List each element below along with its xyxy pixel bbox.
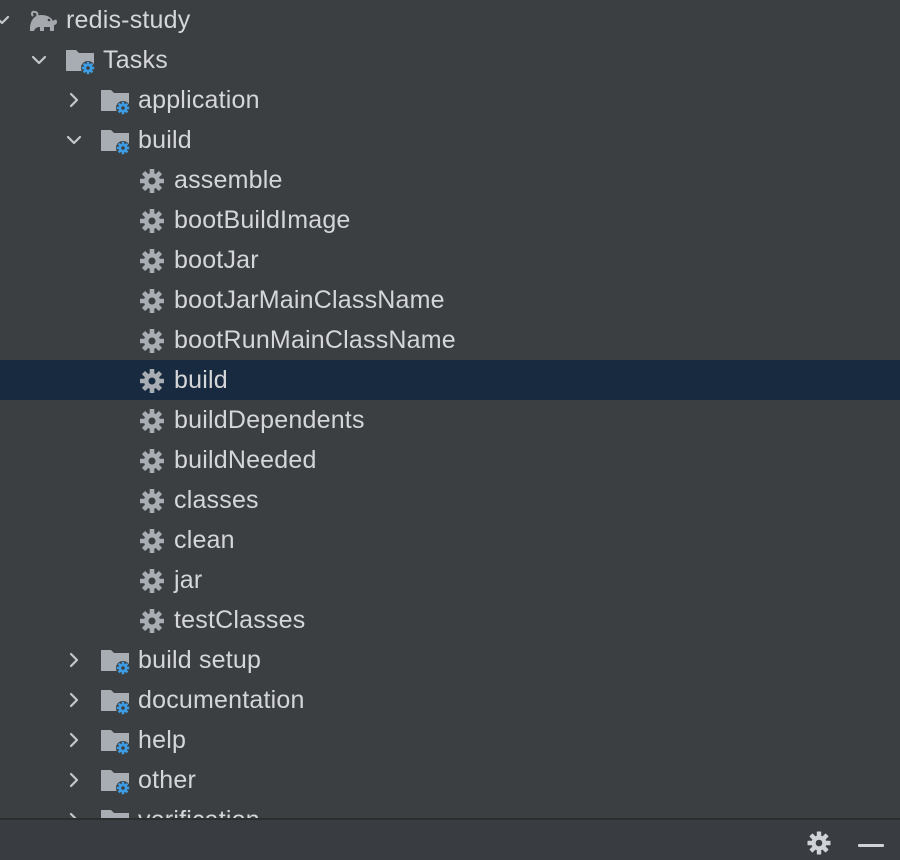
chevron-right-icon[interactable] (64, 770, 84, 790)
tree-task-label: bootRunMainClassName (174, 326, 456, 354)
task-folder-icon (100, 766, 130, 796)
tree-node-label: application (138, 86, 260, 114)
gear-icon (137, 246, 167, 276)
gear-icon (137, 166, 167, 196)
tree-node-build-group[interactable]: build (0, 120, 900, 160)
gear-icon (137, 446, 167, 476)
chevron-right-icon[interactable] (64, 730, 84, 750)
tree-task-label: testClasses (174, 606, 306, 634)
chevron-right-icon[interactable] (64, 810, 84, 818)
tree-task-bootBuildImage[interactable]: bootBuildImage (0, 200, 900, 240)
task-folder-icon (100, 686, 130, 716)
gradle-tool-window: redis-study Tasks application build asse… (0, 0, 900, 860)
gear-icon (137, 406, 167, 436)
gear-icon (137, 526, 167, 556)
tree-node-label: verification (138, 800, 260, 818)
tree-node-label: documentation (138, 686, 305, 714)
tree-node-verification[interactable]: verification (0, 800, 900, 818)
tree-task-label: classes (174, 486, 259, 514)
task-folder-icon (100, 86, 130, 116)
minimize-icon[interactable] (858, 844, 884, 847)
tree-node-tasks[interactable]: Tasks (0, 40, 900, 80)
gear-icon (137, 286, 167, 316)
tree-task-build-selected[interactable]: build (0, 360, 900, 400)
tree-task-label: buildNeeded (174, 446, 317, 474)
tree-node-label: redis-study (66, 6, 191, 34)
gradle-elephant-icon (27, 6, 57, 36)
task-folder-icon (100, 126, 130, 156)
chevron-down-icon[interactable] (0, 10, 12, 30)
tree-task-label: assemble (174, 166, 283, 194)
tree-node-label: build setup (138, 646, 262, 674)
gear-icon (137, 366, 167, 396)
tree-node-label: help (138, 726, 187, 754)
tree-task-classes[interactable]: classes (0, 480, 900, 520)
task-folder-icon (100, 726, 130, 756)
tree-task-bootJar[interactable]: bootJar (0, 240, 900, 280)
tree-task-testClasses[interactable]: testClasses (0, 600, 900, 640)
tree-node-build-setup[interactable]: build setup (0, 640, 900, 680)
gear-icon[interactable] (805, 829, 833, 857)
tree-task-label: build (174, 366, 228, 394)
tree-node-other[interactable]: other (0, 760, 900, 800)
tree-task-buildDependents[interactable]: buildDependents (0, 400, 900, 440)
tree-node-label: Tasks (103, 46, 168, 74)
tree-node-label: build (138, 126, 192, 154)
tree-task-clean[interactable]: clean (0, 520, 900, 560)
tree-task-label: clean (174, 526, 235, 554)
tree-task-assemble[interactable]: assemble (0, 160, 900, 200)
task-folder-icon (100, 646, 130, 676)
chevron-right-icon[interactable] (64, 690, 84, 710)
gear-icon (137, 206, 167, 236)
tree-task-label: jar (174, 566, 203, 594)
chevron-down-icon[interactable] (64, 130, 84, 150)
gear-icon (137, 486, 167, 516)
task-folder-icon (65, 46, 95, 76)
gradle-tasks-tree[interactable]: redis-study Tasks application build asse… (0, 0, 900, 818)
tree-task-label: bootJar (174, 246, 259, 274)
tree-node-redis-study[interactable]: redis-study (0, 0, 900, 40)
tree-task-bootJarMainClassName[interactable]: bootJarMainClassName (0, 280, 900, 320)
tree-task-label: bootBuildImage (174, 206, 351, 234)
tree-task-label: buildDependents (174, 406, 365, 434)
tree-task-label: bootJarMainClassName (174, 286, 445, 314)
tool-window-footer (0, 818, 900, 860)
gear-icon (137, 326, 167, 356)
gear-icon (137, 606, 167, 636)
tree-task-buildNeeded[interactable]: buildNeeded (0, 440, 900, 480)
tree-task-jar[interactable]: jar (0, 560, 900, 600)
chevron-right-icon[interactable] (64, 90, 84, 110)
chevron-down-icon[interactable] (29, 50, 49, 70)
tree-node-documentation[interactable]: documentation (0, 680, 900, 720)
chevron-right-icon[interactable] (64, 650, 84, 670)
tree-node-label: other (138, 766, 196, 794)
task-folder-icon (100, 806, 130, 818)
tree-node-application[interactable]: application (0, 80, 900, 120)
tree-task-bootRunMainClassName[interactable]: bootRunMainClassName (0, 320, 900, 360)
gear-icon (137, 566, 167, 596)
tree-node-help[interactable]: help (0, 720, 900, 760)
